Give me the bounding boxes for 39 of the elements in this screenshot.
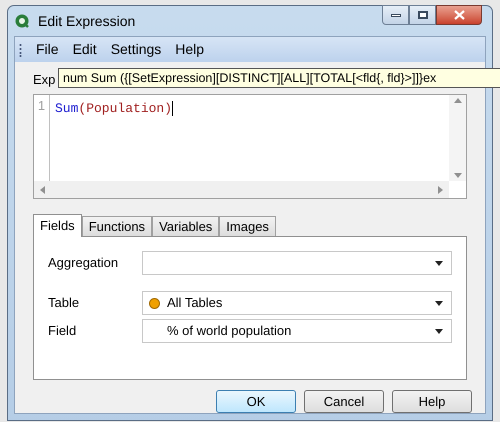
vertical-scrollbar[interactable] [449, 95, 466, 181]
scroll-down-icon [454, 173, 462, 178]
dropdown[interactable]: % of world population [142, 319, 452, 343]
dialog-button[interactable]: Cancel [304, 390, 384, 413]
dialog-button[interactable]: OK [216, 390, 296, 413]
dropdown-arrow-icon [435, 300, 443, 306]
scroll-up-icon [454, 98, 462, 103]
app-logo-icon [14, 13, 30, 29]
tab[interactable]: Fields [33, 214, 82, 237]
tooltip: num Sum ({[SetExpression][DISTINCT][ALL][TOTAL[<fld{, fld}>]]}ex [58, 68, 500, 88]
dialog-button[interactable]: Help [392, 390, 472, 413]
line-number: 1 [38, 97, 46, 112]
menu-item[interactable]: Settings [110, 39, 162, 60]
dropdown-value: All Tables [167, 295, 222, 310]
code-line: Sum(Population) [55, 101, 174, 116]
field-label: Field [48, 322, 78, 340]
grip-icon [19, 42, 22, 56]
tab[interactable]: Images [219, 216, 276, 236]
dropdown-arrow-icon [435, 328, 443, 334]
menu-item[interactable]: File [36, 39, 59, 60]
maximize-button[interactable] [409, 5, 436, 25]
window-title: Edit Expression [38, 12, 136, 31]
close-button[interactable] [436, 5, 482, 25]
field-label: Aggregation [48, 254, 120, 272]
minimize-button[interactable] [382, 5, 409, 25]
horizontal-scrollbar[interactable] [34, 181, 449, 198]
scroll-right-icon [438, 186, 443, 194]
tab[interactable]: Functions [82, 216, 152, 236]
expression-label: Exp [33, 71, 56, 86]
expression-editor[interactable]: 1 Sum(Population) [33, 94, 467, 199]
menu-item[interactable]: Edit [72, 39, 97, 60]
dropdown-value: % of world population [167, 323, 292, 338]
dropdown-arrow-icon [435, 260, 443, 266]
scroll-left-icon [40, 186, 45, 194]
close-icon [454, 10, 464, 20]
field-label: Table [48, 294, 80, 312]
dropdown[interactable]: All Tables [142, 291, 452, 315]
tab[interactable]: Variables [152, 216, 220, 236]
menu-item[interactable]: Help [175, 39, 204, 60]
